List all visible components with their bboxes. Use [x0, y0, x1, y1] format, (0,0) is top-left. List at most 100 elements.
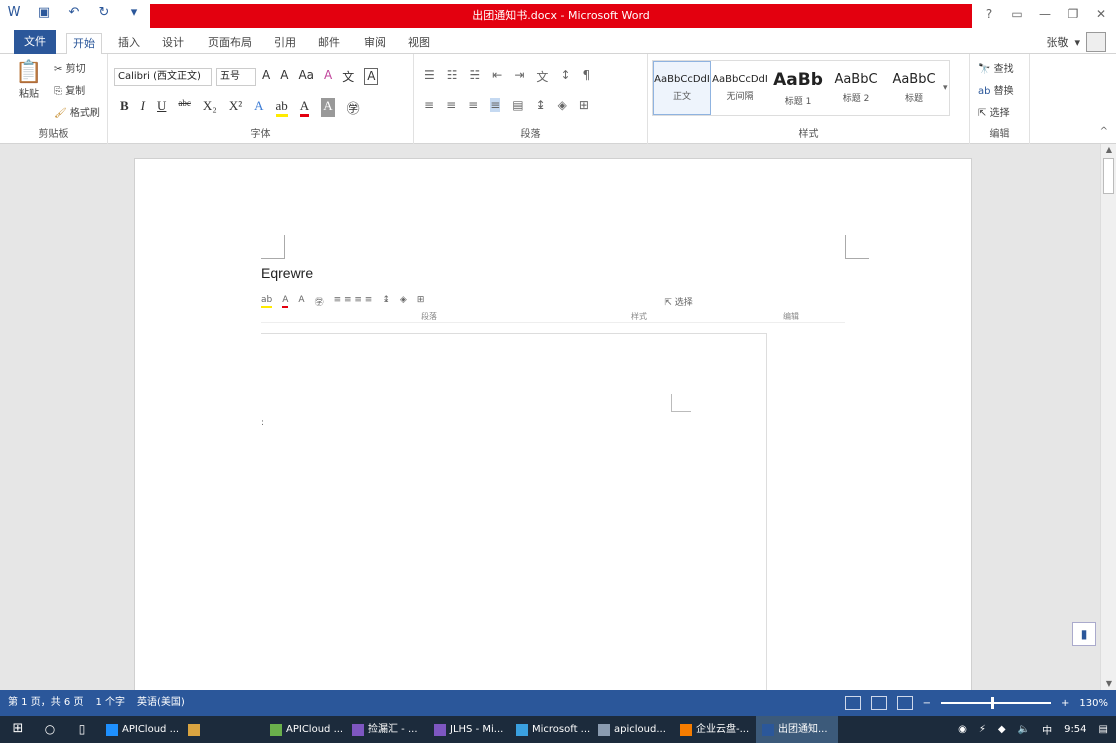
zoom-in-icon[interactable]: + — [1061, 698, 1069, 709]
style-heading-2[interactable]: AaBbC 标题 2 — [827, 61, 885, 115]
replace-button[interactable]: ab 替换 — [978, 82, 1014, 97]
borders-icon[interactable]: ⊞ — [579, 98, 589, 112]
vertical-scrollbar[interactable]: ▲ ▼ — [1100, 144, 1116, 690]
scroll-up-icon[interactable]: ▲ — [1101, 144, 1116, 156]
read-mode-icon[interactable] — [844, 696, 861, 710]
shrink-font-icon[interactable]: A — [280, 68, 288, 85]
grow-font-icon[interactable]: A — [262, 68, 270, 85]
increase-indent-icon[interactable]: ⇥ — [514, 68, 524, 85]
change-case-icon[interactable]: Aa — [298, 68, 314, 85]
tab-design[interactable]: 设计 — [162, 33, 184, 53]
taskbar-app[interactable]: APICloud ... — [264, 716, 346, 743]
style-normal[interactable]: AaBbCcDdI 正文 — [653, 61, 711, 115]
restore-icon[interactable]: ❐ — [1064, 5, 1082, 23]
sort-icon[interactable]: ↕ — [560, 68, 570, 85]
select-button[interactable]: ⇱ 选择 — [978, 104, 1010, 119]
print-layout-icon[interactable] — [870, 696, 887, 710]
distributed-icon[interactable]: ▤ — [512, 98, 523, 112]
tab-references[interactable]: 引用 — [274, 33, 296, 53]
clear-format-icon[interactable]: A — [324, 68, 332, 85]
zoom-thumb[interactable] — [991, 697, 995, 709]
bullets-icon[interactable]: ☰ — [424, 68, 435, 85]
zoom-slider[interactable] — [941, 697, 1052, 709]
tab-mailings[interactable]: 邮件 — [318, 33, 340, 53]
taskbar-app[interactable]: apicloud... — [592, 716, 674, 743]
justify-icon[interactable]: ≡ — [490, 98, 501, 112]
close-icon[interactable]: ✕ — [1092, 5, 1110, 23]
user-account[interactable]: 张敬 ▾ — [1046, 32, 1106, 52]
multilevel-list-icon[interactable]: ☵ — [470, 68, 481, 85]
paste-button[interactable]: 📋 粘贴 — [14, 60, 44, 100]
bold-icon[interactable]: B — [120, 98, 129, 117]
font-size-dropdown[interactable]: 五号 — [216, 68, 256, 86]
tab-insert[interactable]: 插入 — [118, 33, 140, 53]
scroll-thumb[interactable] — [1103, 158, 1114, 194]
taskbar-app[interactable]: Microsoft ... — [510, 716, 592, 743]
line-spacing-icon[interactable]: ↨ — [536, 98, 546, 112]
tab-view[interactable]: 视图 — [408, 33, 430, 53]
italic-icon[interactable]: I — [141, 98, 145, 117]
cortana-icon[interactable]: ○ — [42, 721, 58, 737]
shield-icon[interactable]: ◆ — [998, 724, 1006, 735]
text-effects-icon[interactable]: A — [254, 98, 263, 117]
taskbar-app[interactable] — [182, 716, 264, 743]
ime-indicator[interactable]: 中 — [1042, 722, 1052, 737]
styles-more-icon[interactable]: ▾ — [943, 61, 949, 115]
web-layout-icon[interactable] — [896, 696, 913, 710]
customize-qat-icon[interactable]: ▾ — [126, 5, 142, 21]
highlight-icon[interactable]: ab — [275, 98, 288, 117]
volume-icon[interactable]: 🔈 — [1018, 724, 1030, 735]
tab-review[interactable]: 审阅 — [364, 33, 386, 53]
align-center-icon[interactable]: ≡ — [446, 98, 456, 112]
word-app-icon[interactable]: W — [6, 5, 22, 21]
windows-start-icon[interactable]: ⊞ — [10, 721, 26, 737]
style-title[interactable]: AaBbC 标题 — [885, 61, 943, 115]
page-count[interactable]: 第 1 页，共 6 页 — [8, 690, 83, 716]
enclose-char-icon[interactable]: ㊫ — [347, 98, 360, 117]
document-text[interactable]: Eqrewre — [261, 265, 313, 281]
superscript-icon[interactable]: X² — [229, 98, 242, 117]
network-icon[interactable]: ⚡ — [979, 724, 986, 735]
align-left-icon[interactable]: ≡ — [424, 98, 434, 112]
zoom-level[interactable]: 130% — [1079, 698, 1108, 709]
style-heading-1[interactable]: AaBb 标题 1 — [769, 61, 827, 115]
taskbar-app[interactable]: JLHS - Mi... — [428, 716, 510, 743]
clock[interactable]: 9:54 — [1064, 724, 1086, 735]
tray-icon[interactable]: ◉ — [958, 724, 967, 735]
decrease-indent-icon[interactable]: ⇤ — [492, 68, 502, 85]
taskbar-app-active[interactable]: 出团通知... — [756, 716, 838, 743]
phonetic-guide-icon[interactable]: 文 — [342, 68, 354, 85]
document-page[interactable]: Eqrewre ab A A ㊫ ≡ ≡ ≡ ≡ ↨ ◈ ⊞ ⇱ 选择 段落 样… — [134, 158, 972, 709]
align-right-icon[interactable]: ≡ — [468, 98, 478, 112]
save-icon[interactable]: ▣ — [36, 5, 52, 21]
scroll-down-icon[interactable]: ▼ — [1101, 678, 1116, 690]
find-button[interactable]: 🔭 查找 — [978, 60, 1014, 75]
undo-icon[interactable]: ↶ — [66, 5, 82, 21]
tab-page-layout[interactable]: 页面布局 — [208, 33, 252, 53]
font-name-dropdown[interactable]: Calibri (西文正文) — [114, 68, 212, 86]
embedded-screenshot[interactable]: ab A A ㊫ ≡ ≡ ≡ ≡ ↨ ◈ ⊞ ⇱ 选择 段落 样式 编辑: — [261, 289, 845, 709]
char-shading-icon[interactable]: A — [321, 98, 335, 117]
notification-icon[interactable]: ▤ — [1099, 724, 1108, 735]
tab-file[interactable]: 文件 — [14, 30, 56, 54]
numbering-icon[interactable]: ☷ — [447, 68, 458, 85]
font-color-icon[interactable]: A — [299, 98, 310, 117]
collapse-ribbon-icon[interactable]: ^ — [1100, 126, 1108, 137]
zoom-out-icon[interactable]: − — [923, 698, 931, 709]
style-no-spacing[interactable]: AaBbCcDdI 无间隔 — [711, 61, 769, 115]
taskbar-app[interactable]: APICloud ... — [100, 716, 182, 743]
chinese-layout-icon[interactable]: 文 — [536, 68, 548, 85]
underline-icon[interactable]: U — [157, 98, 166, 117]
help-icon[interactable]: ? — [980, 5, 998, 23]
minimize-icon[interactable]: — — [1036, 5, 1054, 23]
copy-button[interactable]: ⎘ 复制 — [54, 82, 85, 97]
taskbar-app[interactable]: 捡漏汇 - ... — [346, 716, 428, 743]
language[interactable]: 英语(美国) — [137, 690, 185, 716]
taskbar-app[interactable]: 企业云盘-... — [674, 716, 756, 743]
task-view-icon[interactable]: ▯ — [74, 721, 90, 737]
show-marks-icon[interactable]: ¶ — [583, 68, 591, 85]
subscript-icon[interactable]: X₂ — [203, 98, 217, 117]
redo-icon[interactable]: ↻ — [96, 5, 112, 21]
shading-icon[interactable]: ◈ — [558, 98, 567, 112]
format-painter-button[interactable]: 🖌 格式刷 — [54, 104, 100, 119]
